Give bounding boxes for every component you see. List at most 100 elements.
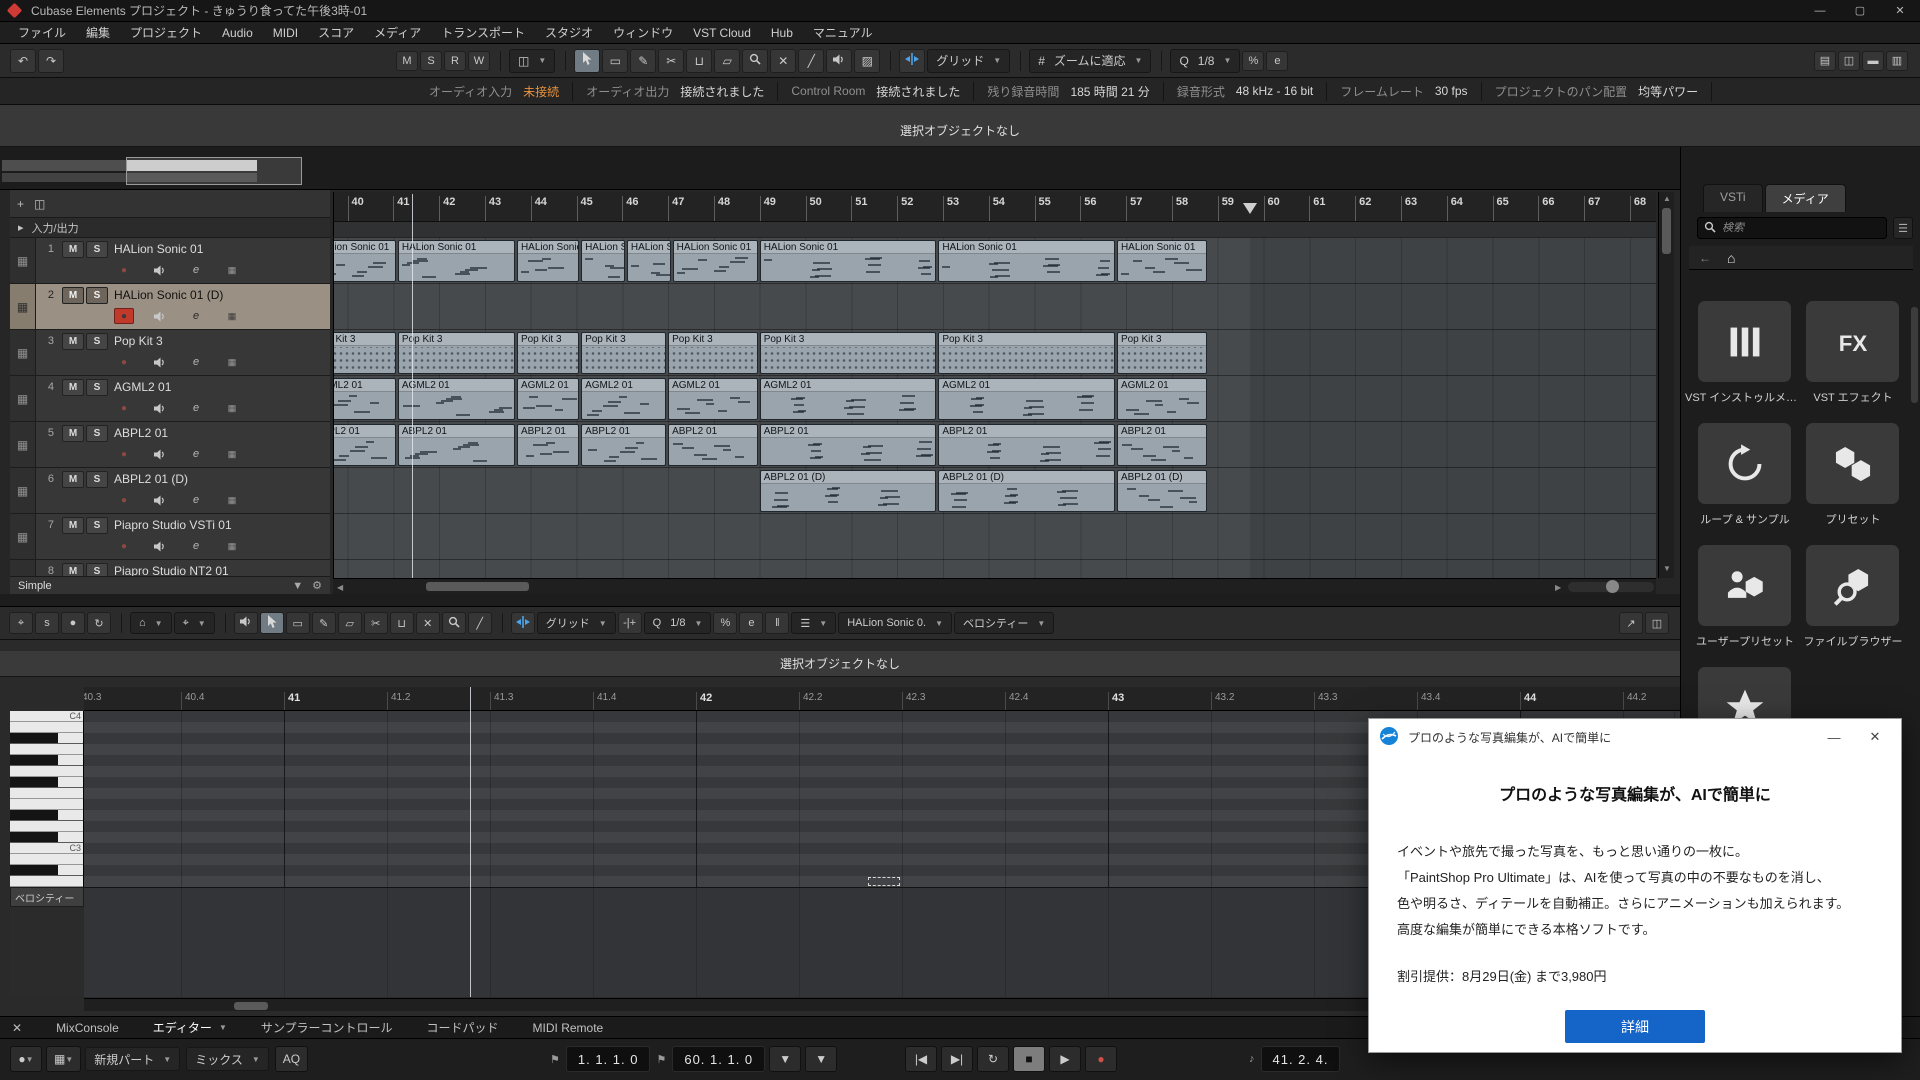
glue-tool[interactable]: ⊔ bbox=[686, 49, 712, 73]
track-visibility-icon[interactable]: ◫ bbox=[34, 197, 45, 211]
monitor-button[interactable] bbox=[150, 354, 170, 370]
piano-key-c4[interactable]: C4 bbox=[10, 711, 84, 722]
piano-key-gs3[interactable] bbox=[10, 755, 84, 766]
instrument-edit-button[interactable]: ▦ bbox=[222, 446, 242, 462]
solo-button[interactable]: S bbox=[86, 333, 108, 350]
midi-clip[interactable]: ABPL2 01 (D) bbox=[1117, 470, 1207, 512]
ke-quantize-dropdown[interactable]: Q1/8▼ bbox=[644, 612, 712, 634]
home-icon[interactable]: ⌂ bbox=[1727, 250, 1735, 266]
split-tool[interactable]: ✂ bbox=[658, 49, 684, 73]
scroll-follow-combo[interactable]: ⌂▼ bbox=[130, 612, 172, 634]
monitor-button[interactable] bbox=[150, 492, 170, 508]
midi-clip[interactable]: AGML2 01 bbox=[517, 378, 579, 420]
piano-key-b2[interactable] bbox=[10, 854, 84, 865]
go-to-previous-marker-button[interactable]: |◀ bbox=[905, 1046, 937, 1072]
midi-clip[interactable]: ABPL2 01 bbox=[398, 424, 515, 466]
midi-clip[interactable]: Pop Kit 3 bbox=[760, 332, 937, 374]
ke-setup-button[interactable]: ◫ bbox=[1645, 612, 1669, 634]
piano-key-as2[interactable] bbox=[10, 865, 84, 876]
workspace-combo[interactable]: ◫▼ bbox=[509, 49, 555, 73]
ke-mute-tool[interactable]: ✕ bbox=[416, 612, 440, 634]
zoom-preset-dropdown[interactable]: #ズームに適応▼ bbox=[1029, 49, 1151, 73]
vscroll-thumb[interactable] bbox=[1662, 208, 1671, 254]
scroll-up-icon[interactable]: ▲ bbox=[1663, 194, 1671, 203]
color-tool[interactable]: ▨ bbox=[854, 49, 880, 73]
record-arm-button[interactable]: ● bbox=[114, 262, 134, 278]
midi-clip[interactable]: HALion Sonic 01 bbox=[938, 240, 1115, 282]
zoom-tool[interactable] bbox=[742, 49, 768, 73]
erase-tool[interactable]: ▱ bbox=[714, 49, 740, 73]
solo-editor-button[interactable]: s bbox=[35, 612, 59, 634]
midi-clip[interactable]: ABPL2 01 (D) bbox=[938, 470, 1115, 512]
grid-type-dropdown[interactable]: グリッド▼ bbox=[927, 49, 1010, 73]
solo-button[interactable]: S bbox=[86, 425, 108, 442]
popup-minimize-button[interactable]: — bbox=[1818, 724, 1850, 750]
tab-chord-pads[interactable]: コードパッド bbox=[427, 1019, 499, 1036]
open-in-window-button[interactable]: ↗ bbox=[1619, 612, 1643, 634]
scroll-right-icon[interactable]: ▶ bbox=[1555, 583, 1561, 592]
ke-erase-tool[interactable]: ▱ bbox=[338, 612, 362, 634]
horizontal-zoom-slider[interactable] bbox=[1568, 582, 1654, 592]
status-control-room[interactable]: Control Room接続されました bbox=[778, 82, 974, 101]
arrangement-vscrollbar[interactable]: ▲ ▼ bbox=[1658, 192, 1674, 578]
loop-button[interactable]: ↻ bbox=[87, 612, 111, 634]
midi-clip[interactable]: Pop Kit 3 bbox=[1117, 332, 1207, 374]
piano-key-e3[interactable] bbox=[10, 799, 84, 810]
mute-button[interactable]: M bbox=[62, 333, 84, 350]
solo-button[interactable]: S bbox=[86, 517, 108, 534]
media-tile-preset[interactable] bbox=[1806, 423, 1899, 504]
midi-clip[interactable]: Pop Kit 3 bbox=[938, 332, 1115, 374]
menu-window[interactable]: ウィンドウ bbox=[603, 22, 683, 44]
midi-clip[interactable]: HALion Sonic 01 bbox=[673, 240, 758, 282]
arrangement-ruler[interactable]: 4041424344454647484950515253545556575859… bbox=[333, 192, 1656, 222]
range-selection-tool[interactable]: ▭ bbox=[602, 49, 628, 73]
ke-hscroll-thumb[interactable] bbox=[234, 1002, 268, 1010]
menu-studio[interactable]: スタジオ bbox=[535, 22, 603, 44]
object-selection-tool[interactable] bbox=[574, 49, 600, 73]
status-record-format[interactable]: 録音形式48 kHz - 16 bit bbox=[1164, 82, 1327, 101]
menu-media[interactable]: メディア bbox=[364, 22, 431, 44]
piano-key-ds3[interactable] bbox=[10, 810, 84, 821]
controller-lane-label[interactable]: ベロシティー bbox=[10, 887, 84, 907]
iterative-quantize-button[interactable]: e bbox=[1266, 51, 1288, 71]
right-zone-toggle[interactable]: ▥ bbox=[1886, 51, 1908, 71]
midi-clip[interactable]: ABPL2 01 bbox=[760, 424, 937, 466]
menu-audio[interactable]: Audio bbox=[212, 22, 263, 44]
ke-layers-combo[interactable]: ☰▼ bbox=[791, 612, 836, 634]
record-arm-button[interactable]: ● bbox=[114, 400, 134, 416]
tab-vsti[interactable]: VSTi bbox=[1703, 184, 1763, 212]
position-display[interactable]: 41. 2. 4. bbox=[1261, 1046, 1341, 1072]
track-row[interactable]: ▦7MSPiapro Studio VSTi 01●e▦ bbox=[10, 514, 330, 560]
edit-channel-button[interactable]: e bbox=[186, 446, 206, 462]
midi-clip[interactable]: Pop Kit 3 bbox=[517, 332, 579, 374]
edit-channel-button[interactable]: e bbox=[186, 308, 206, 324]
scroll-left-icon[interactable]: ◀ bbox=[337, 583, 343, 592]
midi-clip[interactable]: AGML2 01 bbox=[760, 378, 937, 420]
lower-zone-toggle[interactable]: ▬ bbox=[1862, 51, 1884, 71]
acoustic-feedback-button[interactable] bbox=[234, 612, 258, 634]
status-remaining-record-time[interactable]: 残り録音時間185 時間 21 分 bbox=[974, 82, 1163, 101]
edit-channel-button[interactable]: e bbox=[186, 492, 206, 508]
midi-clip[interactable]: ABPL2 01 bbox=[517, 424, 579, 466]
tab-mixconsole[interactable]: MixConsole bbox=[56, 1019, 119, 1036]
status-pan-law[interactable]: プロジェクトのパン配置均等パワー bbox=[1482, 82, 1713, 101]
record-arm-button[interactable]: ● bbox=[114, 308, 134, 324]
minimize-button[interactable]: — bbox=[1800, 0, 1840, 22]
track-row[interactable]: ▦3MSPop Kit 3●e▦ bbox=[10, 330, 330, 376]
menu-hub[interactable]: Hub bbox=[761, 22, 803, 44]
instrument-edit-button[interactable]: ▦ bbox=[222, 354, 242, 370]
track-lane[interactable]: AGML2 01AGML2 01AGML2 01AGML2 01AGML2 01… bbox=[334, 376, 1656, 422]
punch-out-button[interactable]: ▼ bbox=[805, 1046, 837, 1072]
track-row[interactable]: ▦6MSABPL2 01 (D)●e▦ bbox=[10, 468, 330, 514]
automation-w-button[interactable]: W bbox=[468, 51, 490, 71]
record-arm-button[interactable]: ● bbox=[114, 538, 134, 554]
pin-button[interactable]: ⌖ bbox=[9, 612, 33, 634]
punch-in-button[interactable]: ▼ bbox=[769, 1046, 801, 1072]
zoom-knob[interactable] bbox=[1606, 580, 1619, 593]
automation-m-button[interactable]: M bbox=[396, 51, 418, 71]
midi-clip[interactable]: AGML2 01 bbox=[668, 378, 758, 420]
ke-bars-button[interactable]: ‖ bbox=[765, 612, 789, 634]
popup-close-button[interactable]: ✕ bbox=[1859, 724, 1891, 750]
click-button[interactable]: ●▼ bbox=[10, 1046, 42, 1072]
solo-button[interactable]: S bbox=[86, 241, 108, 258]
